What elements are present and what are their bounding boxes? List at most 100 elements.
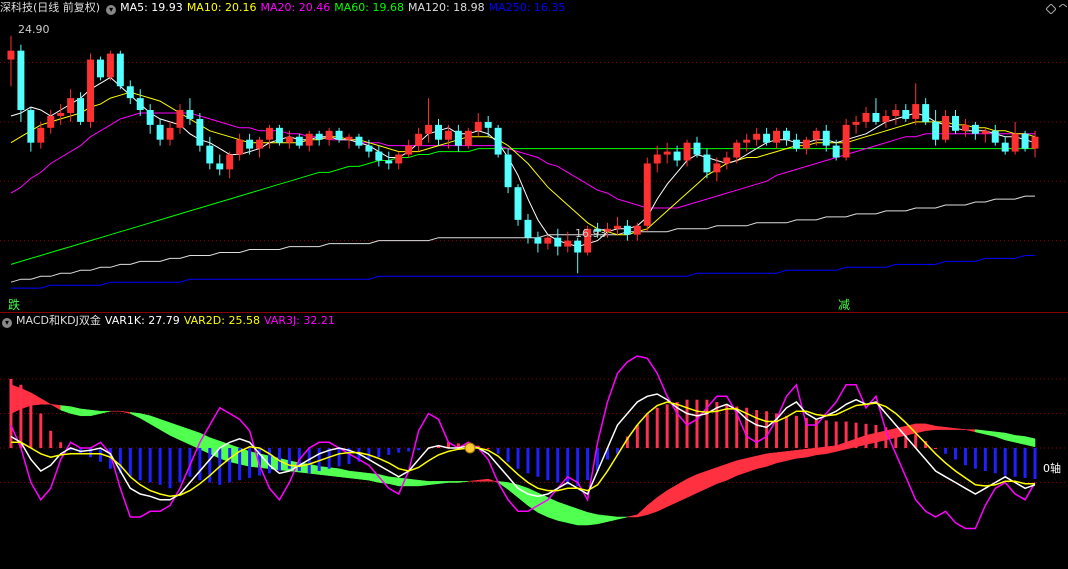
candle-body: [7, 50, 15, 60]
high-price-label: 24.90: [18, 23, 50, 36]
expand-icon[interactable]: [1058, 4, 1068, 14]
macd-bar: [894, 429, 898, 448]
ma20-line: [10, 112, 1035, 209]
candle-body: [116, 53, 124, 87]
macd-bar: [486, 448, 490, 449]
candle-body: [395, 154, 403, 164]
candle-body: [713, 163, 721, 173]
dropdown-icon[interactable]: ▾: [106, 5, 117, 15]
macd-bar: [377, 448, 381, 458]
macd-bar: [1003, 448, 1007, 476]
macd-band-segment: [120, 410, 131, 414]
candle-body: [186, 110, 194, 119]
ma60-line: [10, 148, 1035, 265]
candle-body: [454, 130, 462, 146]
candle-body: [27, 110, 35, 143]
candlestick-chart[interactable]: [0, 0, 1068, 312]
macd-band-segment: [1004, 432, 1016, 443]
candle-body: [773, 130, 781, 143]
macd-bar: [317, 448, 321, 471]
candle-body: [156, 124, 164, 140]
macd-band-segment: [507, 482, 519, 498]
var1k-line: [10, 393, 1036, 501]
candle-body: [763, 133, 771, 143]
candle-body: [882, 115, 890, 122]
macd-band-segment: [139, 413, 151, 425]
macd-band-segment: [448, 481, 459, 483]
candle-body: [942, 115, 950, 140]
candle-body: [892, 110, 900, 116]
macd-bar: [158, 448, 162, 485]
macd-band-segment: [796, 448, 807, 459]
candle-body: [832, 145, 840, 158]
macd-band-segment: [647, 496, 658, 516]
macd-bar: [267, 448, 271, 474]
macd-bar: [148, 448, 152, 483]
diamond-icon[interactable]: [1046, 4, 1056, 14]
macd-band-segment: [706, 467, 718, 489]
ma-label-0: MA5: 19.93: [120, 1, 183, 14]
macd-band-segment: [975, 429, 986, 435]
macd-band-segment: [338, 468, 350, 479]
macd-bar: [765, 411, 769, 448]
zero-axis-label: 0轴: [1043, 462, 1061, 475]
macd-band-segment: [70, 406, 81, 417]
macd-bar: [1023, 448, 1027, 478]
macd-bar: [864, 423, 868, 448]
candle-body: [265, 127, 273, 140]
macd-band-segment: [597, 514, 608, 525]
macd-band-segment: [577, 508, 588, 526]
macd-bar: [59, 442, 63, 448]
macd-band-segment: [478, 478, 489, 482]
macd-band-segment: [328, 467, 340, 478]
candle-body: [57, 112, 65, 116]
macd-band-segment: [557, 501, 568, 524]
macd-bar: [546, 448, 550, 481]
indicator-panel[interactable]: ▾ MACD和KDJ双金 VAR1K: 27.79 VAR2D: 25.58 VAR3J…: [0, 313, 1068, 569]
candle-body: [96, 59, 104, 78]
macd-band-segment: [468, 479, 479, 482]
candle-body: [285, 136, 293, 143]
macd-bar: [138, 448, 142, 481]
candle-body: [77, 98, 85, 122]
candle-body: [852, 121, 860, 125]
candle-body: [315, 133, 323, 140]
candle-body: [106, 53, 114, 78]
price-panel[interactable]: 深科技(日线 前复权) ▾ MA5: 19.93 MA10: 20.16 MA20: 2…: [0, 0, 1068, 312]
macd-bar: [417, 448, 421, 451]
macd-band-segment: [945, 427, 956, 430]
macd-bar: [834, 421, 838, 448]
signal-mark-right: 减: [838, 298, 851, 312]
macd-bar: [566, 448, 570, 485]
candle-body: [246, 139, 254, 149]
candle-body: [236, 139, 244, 155]
macd-bar: [506, 448, 510, 462]
macd-band-segment: [617, 516, 628, 520]
dropdown-icon[interactable]: ▾: [2, 318, 12, 328]
candle-body: [474, 121, 482, 131]
macd-band-segment: [925, 423, 936, 432]
candle-body: [902, 110, 910, 119]
candle-body: [822, 130, 830, 146]
candle-body: [663, 151, 671, 155]
candle-body: [464, 130, 472, 146]
macd-band-segment: [676, 478, 688, 503]
macd-bar: [784, 415, 788, 448]
stock-name: 深科技(日线 前复权): [0, 1, 101, 14]
ma-label-1: MA10: 20.16: [186, 1, 257, 14]
macd-band-segment: [428, 481, 439, 486]
var-label-1: VAR2D: 25.58: [183, 314, 260, 327]
macd-band-segment: [179, 425, 191, 445]
candle-body: [753, 133, 761, 140]
candle-body: [375, 151, 383, 161]
macd-bar: [248, 448, 252, 478]
macd-band-segment: [726, 460, 738, 481]
candle-body: [1001, 142, 1009, 152]
macd-band-segment: [666, 484, 678, 508]
candle-body: [653, 154, 661, 164]
macd-bar: [665, 404, 669, 448]
macd-bar: [367, 448, 371, 460]
indicator-chart[interactable]: [0, 313, 1068, 569]
macd-bar: [1013, 448, 1017, 477]
macd-bar: [168, 448, 172, 489]
